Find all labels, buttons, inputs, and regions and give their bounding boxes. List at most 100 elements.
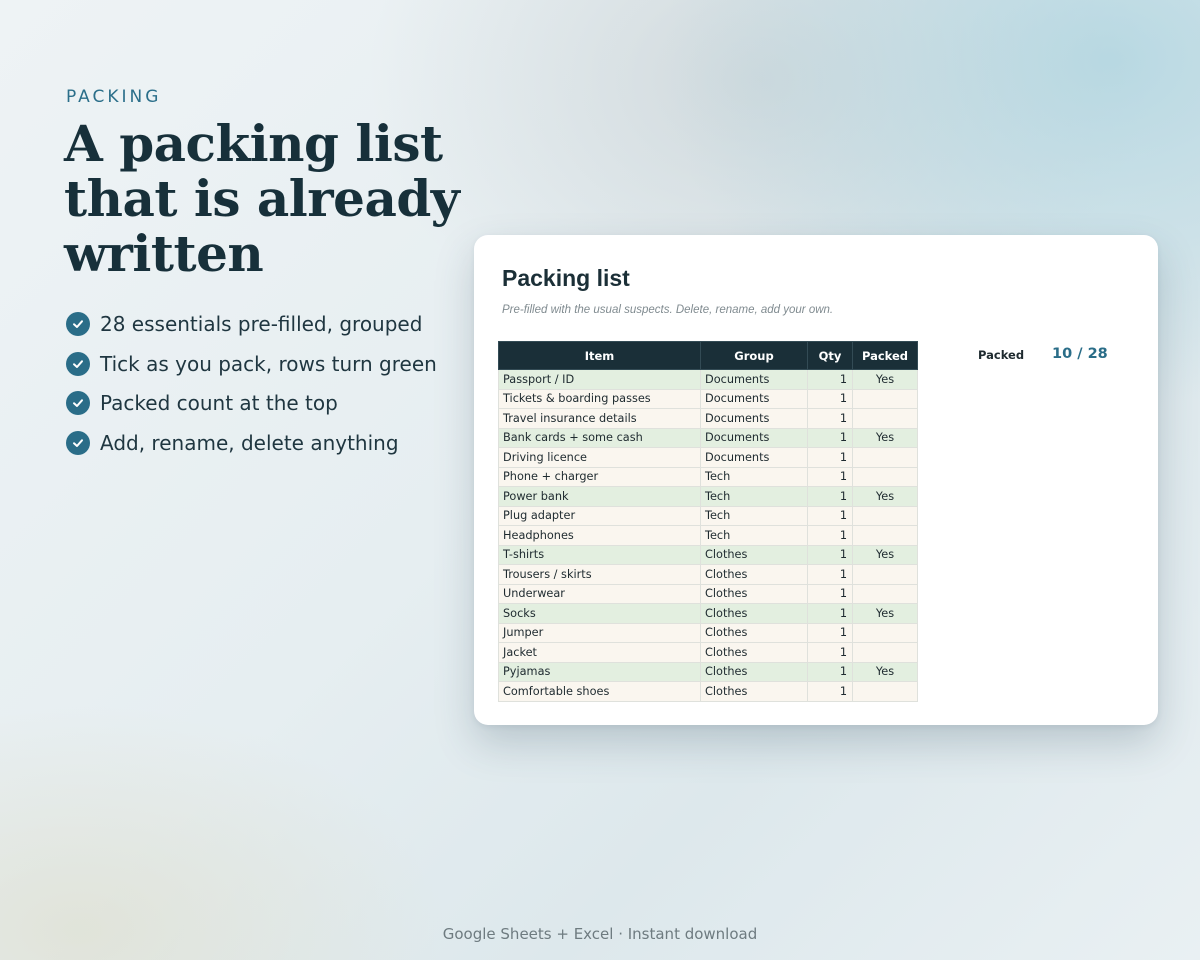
group-cell[interactable]: Clothes — [700, 681, 808, 702]
feature-text: 28 essentials pre-filled, grouped — [100, 311, 423, 336]
item-cell[interactable]: Trousers / skirts — [498, 564, 701, 585]
qty-cell[interactable]: 1 — [807, 427, 853, 448]
packed-cell[interactable] — [852, 505, 918, 526]
packed-cell[interactable] — [852, 388, 918, 409]
group-cell[interactable]: Clothes — [700, 583, 808, 604]
qty-cell[interactable]: 1 — [807, 583, 853, 604]
qty-cell[interactable]: 1 — [807, 661, 853, 682]
group-cell[interactable]: Tech — [700, 525, 808, 546]
feature-text: Tick as you pack, rows turn green — [100, 351, 437, 376]
feature-item: Add, rename, delete anything — [66, 423, 437, 463]
check-circle-icon — [66, 391, 90, 416]
table-row[interactable]: Travel insurance details Documents 1 — [498, 408, 918, 429]
item-cell[interactable]: Power bank — [498, 486, 701, 507]
item-cell[interactable]: Jacket — [498, 642, 701, 663]
table-row[interactable]: Comfortable shoes Clothes 1 — [498, 681, 918, 702]
qty-cell[interactable]: 1 — [807, 447, 853, 468]
footer-note: Google Sheets + Excel · Instant download — [442, 925, 758, 943]
group-cell[interactable]: Clothes — [700, 544, 808, 565]
packed-cell[interactable] — [852, 642, 918, 663]
packed-cell[interactable] — [852, 681, 918, 702]
qty-cell[interactable]: 1 — [807, 525, 853, 546]
check-circle-icon — [66, 351, 90, 376]
table-row[interactable]: T-shirts Clothes 1 Yes — [498, 544, 918, 565]
qty-cell[interactable]: 1 — [807, 544, 853, 565]
table-row[interactable]: Phone + charger Tech 1 — [498, 466, 918, 487]
column-header-group[interactable]: Group — [700, 341, 808, 370]
item-cell[interactable]: Phone + charger — [498, 466, 701, 487]
item-cell[interactable]: Pyjamas — [498, 661, 701, 682]
group-cell[interactable]: Clothes — [700, 564, 808, 585]
group-cell[interactable]: Documents — [700, 427, 808, 448]
item-cell[interactable]: T-shirts — [498, 544, 701, 565]
table-row[interactable]: Jumper Clothes 1 — [498, 622, 918, 643]
table-row[interactable]: Trousers / skirts Clothes 1 — [498, 564, 918, 585]
qty-cell[interactable]: 1 — [807, 622, 853, 643]
table-row[interactable]: Bank cards + some cash Documents 1 Yes — [498, 427, 918, 448]
packed-cell[interactable]: Yes — [852, 486, 918, 507]
qty-cell[interactable]: 1 — [807, 369, 853, 390]
packed-cell[interactable] — [852, 564, 918, 585]
packed-cell[interactable]: Yes — [852, 661, 918, 682]
item-cell[interactable]: Tickets & boarding passes — [498, 388, 701, 409]
column-header-qty[interactable]: Qty — [807, 341, 853, 370]
table-row[interactable]: Plug adapter Tech 1 — [498, 505, 918, 526]
group-cell[interactable]: Tech — [700, 466, 808, 487]
group-cell[interactable]: Tech — [700, 505, 808, 526]
table-row[interactable]: Underwear Clothes 1 — [498, 583, 918, 604]
column-header-packed[interactable]: Packed — [852, 341, 918, 370]
item-cell[interactable]: Plug adapter — [498, 505, 701, 526]
table-row[interactable]: Socks Clothes 1 Yes — [498, 603, 918, 624]
item-cell[interactable]: Underwear — [498, 583, 701, 604]
qty-cell[interactable]: 1 — [807, 603, 853, 624]
packed-cell[interactable] — [852, 622, 918, 643]
packed-summary-value: 10 / 28 — [1052, 346, 1108, 362]
item-cell[interactable]: Passport / ID — [498, 369, 701, 390]
item-cell[interactable]: Travel insurance details — [498, 408, 701, 429]
group-cell[interactable]: Documents — [700, 447, 808, 468]
qty-cell[interactable]: 1 — [807, 681, 853, 702]
packed-cell[interactable]: Yes — [852, 603, 918, 624]
table-body: Passport / ID Documents 1 Yes Tickets & boar… — [498, 369, 918, 702]
table-row[interactable]: Headphones Tech 1 — [498, 525, 918, 546]
group-cell[interactable]: Documents — [700, 369, 808, 390]
qty-cell[interactable]: 1 — [807, 486, 853, 507]
packed-cell[interactable]: Yes — [852, 544, 918, 565]
item-cell[interactable]: Comfortable shoes — [498, 681, 701, 702]
table-row[interactable]: Tickets & boarding passes Documents 1 — [498, 388, 918, 409]
feature-text: Add, rename, delete anything — [100, 430, 399, 455]
packed-cell[interactable] — [852, 447, 918, 468]
qty-cell[interactable]: 1 — [807, 408, 853, 429]
packed-cell[interactable] — [852, 583, 918, 604]
column-header-item[interactable]: Item — [498, 341, 701, 370]
qty-cell[interactable]: 1 — [807, 505, 853, 526]
group-cell[interactable]: Clothes — [700, 622, 808, 643]
group-cell[interactable]: Clothes — [700, 642, 808, 663]
packed-cell[interactable] — [852, 525, 918, 546]
qty-cell[interactable]: 1 — [807, 388, 853, 409]
qty-cell[interactable]: 1 — [807, 564, 853, 585]
item-cell[interactable]: Driving licence — [498, 447, 701, 468]
packed-cell[interactable]: Yes — [852, 369, 918, 390]
feature-item: Packed count at the top — [66, 383, 437, 423]
qty-cell[interactable]: 1 — [807, 466, 853, 487]
item-cell[interactable]: Headphones — [498, 525, 701, 546]
item-cell[interactable]: Socks — [498, 603, 701, 624]
table-row[interactable]: Power bank Tech 1 Yes — [498, 486, 918, 507]
table-row[interactable]: Driving licence Documents 1 — [498, 447, 918, 468]
qty-cell[interactable]: 1 — [807, 642, 853, 663]
group-cell[interactable]: Documents — [700, 408, 808, 429]
group-cell[interactable]: Clothes — [700, 603, 808, 624]
packed-cell[interactable]: Yes — [852, 427, 918, 448]
packed-cell[interactable] — [852, 466, 918, 487]
table-row[interactable]: Pyjamas Clothes 1 Yes — [498, 661, 918, 682]
item-cell[interactable]: Jumper — [498, 622, 701, 643]
table-row[interactable]: Jacket Clothes 1 — [498, 642, 918, 663]
packing-table: Item Group Qty Packed Passport / ID Docum… — [498, 341, 918, 702]
group-cell[interactable]: Documents — [700, 388, 808, 409]
packed-cell[interactable] — [852, 408, 918, 429]
table-row[interactable]: Passport / ID Documents 1 Yes — [498, 369, 918, 390]
group-cell[interactable]: Clothes — [700, 661, 808, 682]
item-cell[interactable]: Bank cards + some cash — [498, 427, 701, 448]
group-cell[interactable]: Tech — [700, 486, 808, 507]
